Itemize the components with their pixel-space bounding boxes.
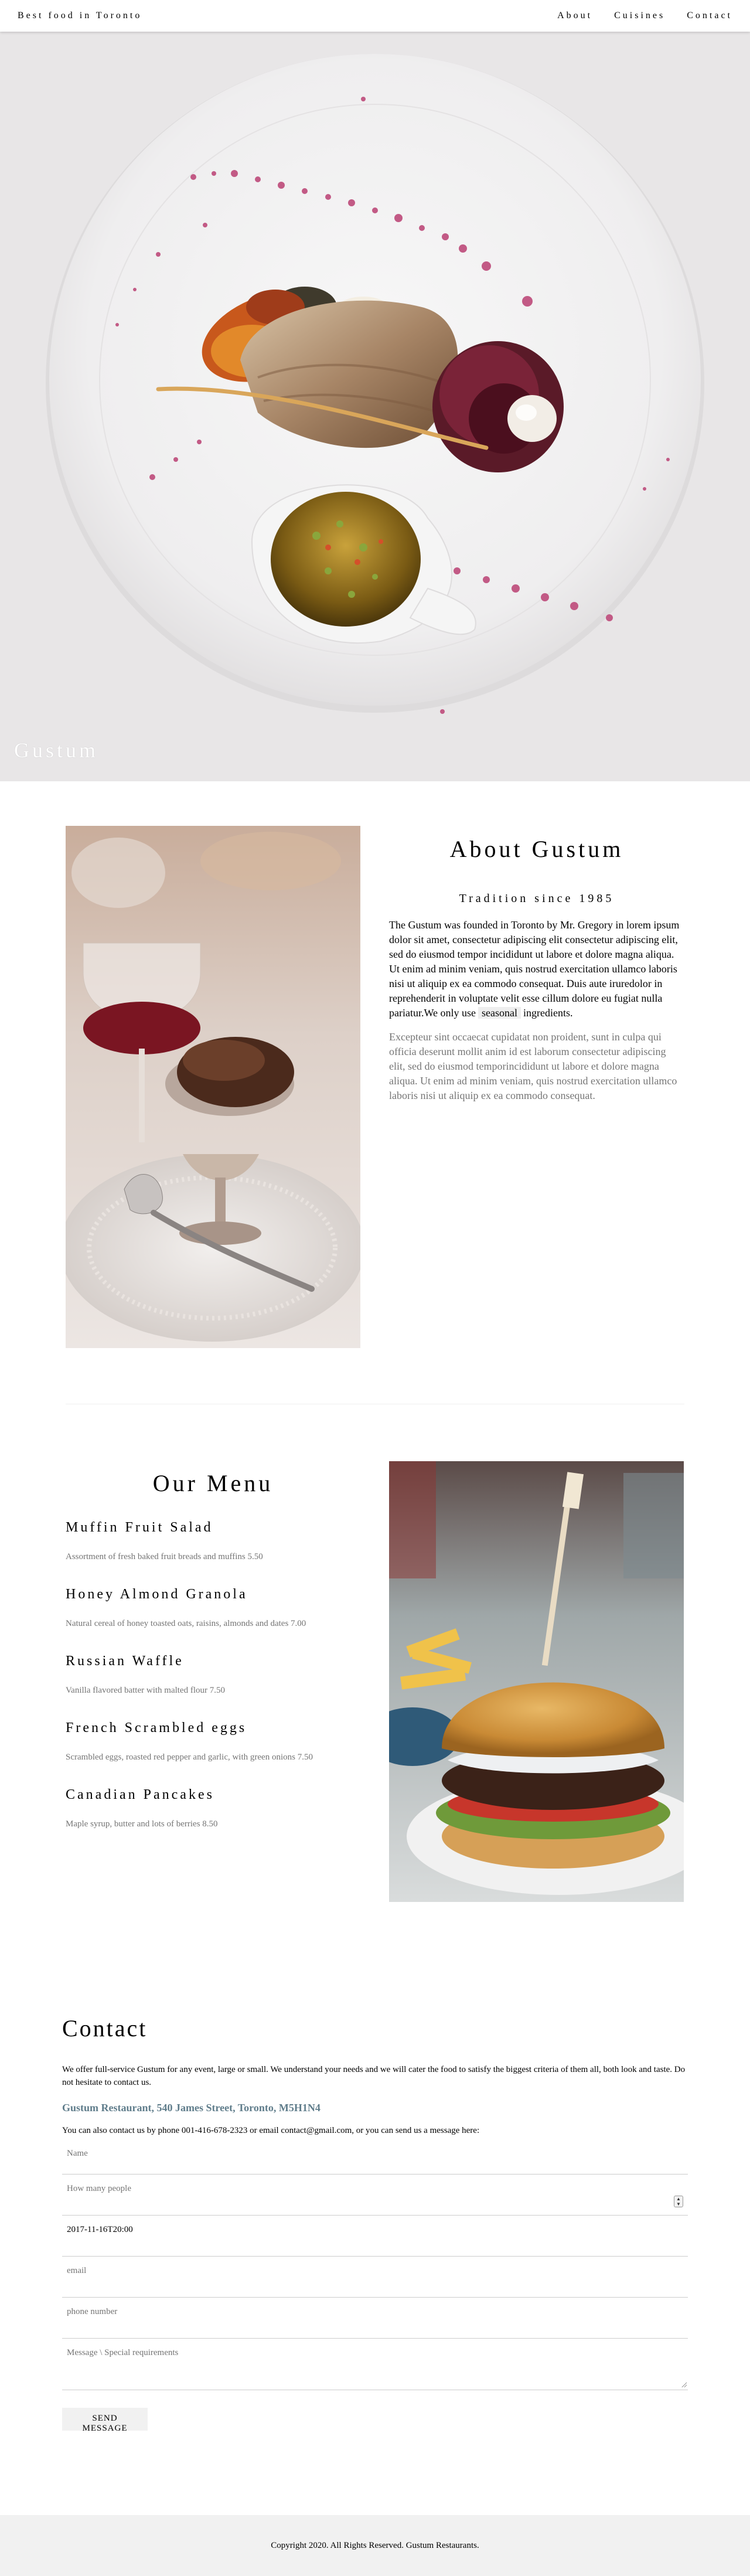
nav-link-about[interactable]: About	[557, 11, 592, 21]
menu-item-description: Scrambled eggs, roasted red pepper and g…	[66, 1753, 313, 1762]
email-input[interactable]	[62, 2257, 688, 2276]
contact-phone-line: You can also contact us by phone 001-416…	[62, 2126, 480, 2135]
name-field-wrap	[62, 2139, 688, 2175]
menu-item: Honey Almond Granola Natural cereal of h…	[66, 1587, 360, 1629]
resize-handle-icon[interactable]	[681, 2381, 687, 2387]
menu-item-description: Natural cereal of honey toasted oats, ra…	[66, 1619, 306, 1628]
about-paragraph-2: Excepteur sint occaecat cupidatat non pr…	[389, 1031, 677, 1101]
phone-input[interactable]	[62, 2298, 688, 2317]
menu-item-name: Russian Waffle	[66, 1653, 184, 1669]
contact-form: ▲▼ SEND MESSAGE	[62, 2139, 688, 2434]
menu-item: Russian Waffle Vanilla flavored batter w…	[66, 1653, 360, 1696]
nav-links: About Cuisines Contact	[557, 11, 732, 21]
hero-section: Gustum	[0, 32, 750, 781]
menu-item-name: French Scrambled eggs	[66, 1720, 247, 1736]
footer: Copyright 2020. All Rights Reserved. Gus…	[0, 2515, 750, 2576]
menu-item: Muffin Fruit Salad Assortment of fresh b…	[66, 1520, 360, 1562]
about-content: About Gustum Tradition since 1985 The Gu…	[389, 826, 684, 1103]
name-input[interactable]	[62, 2139, 688, 2159]
datetime-field-wrap	[62, 2216, 688, 2257]
menu-item: French Scrambled eggs Scrambled eggs, ro…	[66, 1720, 360, 1762]
send-message-button[interactable]: SEND MESSAGE	[62, 2408, 148, 2433]
contact-intro: We offer full-service Gustum for any eve…	[62, 2065, 686, 2087]
menu-item: Canadian Pancakes Maple syrup, butter an…	[66, 1787, 360, 1829]
menu-item-description: Assortment of fresh baked fruit breads a…	[66, 1552, 263, 1561]
brand-text[interactable]: Best food in Toronto	[18, 11, 142, 21]
message-field-wrap	[62, 2339, 688, 2390]
nav-link-contact[interactable]: Contact	[687, 11, 732, 21]
menu-item-description: Vanilla flavored batter with malted flou…	[66, 1686, 225, 1695]
people-field-wrap: ▲▼	[62, 2175, 688, 2216]
menu-burger-image	[389, 1461, 684, 1902]
menu-item-name: Honey Almond Granola	[66, 1587, 248, 1602]
about-paragraph-1-text: The Gustum was founded in Toronto by Mr.…	[389, 919, 680, 1019]
message-textarea[interactable]	[62, 2339, 688, 2389]
contact-section: Contact We offer full-service Gustum for…	[62, 2014, 688, 2434]
footer-copyright: Copyright 2020. All Rights Reserved. Gus…	[271, 2540, 479, 2550]
number-spinner-icon[interactable]: ▲ ▼	[674, 2196, 683, 2207]
datetime-input[interactable]	[62, 2216, 688, 2235]
contact-address: Gustum Restaurant, 540 James Street, Tor…	[62, 2102, 321, 2114]
email-field-wrap	[62, 2257, 688, 2298]
seasonal-tag: seasonal	[478, 1007, 521, 1019]
menu-item-name: Muffin Fruit Salad	[66, 1520, 213, 1535]
phone-field-wrap	[62, 2298, 688, 2339]
about-paragraph-1-end: ingredients.	[523, 1007, 573, 1019]
menu-item-name: Canadian Pancakes	[66, 1787, 214, 1802]
menu-title: Our Menu	[152, 1470, 274, 1496]
hero-title: Gustum	[14, 739, 99, 762]
hero-plated-dish-image	[0, 32, 750, 781]
about-dessert-image	[66, 826, 360, 1348]
nav-link-cuisines[interactable]: Cuisines	[614, 11, 665, 21]
about-title: About Gustum	[449, 836, 624, 862]
contact-title: Contact	[62, 2015, 148, 2041]
menu-item-description: Maple syrup, butter and lots of berries …	[66, 1819, 218, 1829]
menu-section: Our Menu Muffin Fruit Salad Assortment o…	[66, 1461, 360, 1829]
top-nav-bar: Best food in Toronto About Cuisines Cont…	[0, 0, 750, 32]
people-count-input[interactable]	[62, 2175, 688, 2194]
about-subtitle: Tradition since 1985	[459, 892, 615, 905]
about-paragraph-1: The Gustum was founded in Toronto by Mr.…	[389, 918, 684, 1020]
